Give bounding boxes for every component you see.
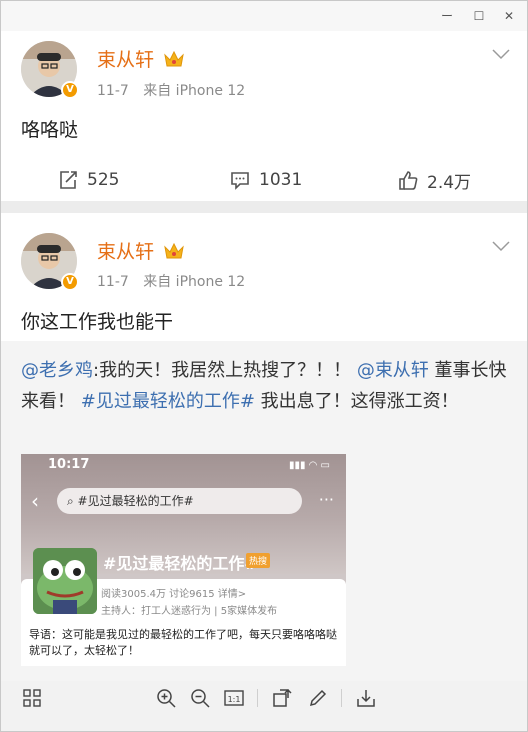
zoom-out-button[interactable] (189, 687, 211, 709)
reposted-content: @老乡鸡:我的天！我居然上热搜了？！！ @束从轩 董事长快来看！ #见过最轻松的… (1, 341, 527, 681)
screenshot-host: 主持人：打工人迷惑行为 | 5家媒体发布 (101, 606, 278, 617)
repost-text-segment: 我出息了！这得涨工资！ (254, 391, 459, 412)
comment-button[interactable]: 1031 (229, 167, 302, 193)
toolbar-separator (341, 689, 342, 707)
search-icon: ⌕ (67, 494, 78, 508)
screenshot-time: 10:17 (48, 457, 90, 472)
topic-link[interactable]: #见过最轻松的工作# (81, 391, 255, 412)
edit-icon (309, 689, 327, 707)
post-source: 来自 iPhone 12 (143, 274, 246, 290)
repost-text: @老乡鸡:我的天！我居然上热搜了？！！ @束从轩 董事长快来看！ #见过最轻松的… (21, 355, 511, 417)
viewer-toolbar: 1:1 (1, 681, 527, 731)
more-icon: ··· (318, 490, 334, 509)
post-date: 11-7 (97, 274, 129, 290)
screenshot-stats: 阅读3005.4万 讨论9615 详情> (101, 589, 247, 600)
screenshot-search-text: #见过最轻松的工作# (77, 494, 194, 508)
grid-view-button[interactable] (21, 687, 43, 709)
crown-icon (164, 242, 184, 259)
frog-thumbnail (33, 548, 97, 614)
post-meta: 11-7 来自 iPhone 12 (97, 80, 245, 100)
like-count: 2.4万 (427, 172, 472, 193)
verified-badge: V (61, 81, 79, 99)
repost-button[interactable]: 525 (57, 167, 119, 193)
zoom-label: 1:1 (228, 695, 241, 704)
zoom-out-icon (191, 689, 210, 708)
minimize-button[interactable]: ー (437, 7, 457, 25)
repost-text-segment: :我的天！我居然上热搜了？！！ (93, 360, 352, 381)
author-name[interactable]: 束从轩 (97, 45, 154, 72)
actual-size-button[interactable]: 1:1 (223, 687, 245, 709)
post-meta: 11-7 来自 iPhone 12 (97, 271, 245, 291)
post-actions: 525 1031 2.4万 (1, 159, 527, 199)
screenshot-intro: 导语：这可能是我见过的最轻松的工作了吧，每天只要咯咯咯哒就可以了，太轻松了！ (29, 628, 337, 657)
download-button[interactable] (355, 687, 377, 709)
screenshot-title: #见过最轻松的工作# (103, 554, 258, 573)
chevron-down-icon[interactable] (491, 239, 511, 253)
post-date: 11-7 (97, 83, 129, 99)
thumbs-up-icon (399, 171, 418, 190)
edit-button[interactable] (307, 687, 329, 709)
comment-icon (231, 172, 249, 190)
author-name[interactable]: 束从轩 (97, 237, 154, 264)
rotate-icon (273, 688, 292, 707)
repost-icon (60, 171, 77, 189)
post-source: 来自 iPhone 12 (143, 83, 246, 99)
comment-count: 1031 (259, 170, 303, 190)
mention-link[interactable]: @老乡鸡 (21, 360, 93, 381)
screenshot-search-bar: ⌕ #见过最轻松的工作# (57, 488, 302, 514)
chevron-down-icon[interactable] (491, 47, 511, 61)
attached-screenshot[interactable]: 10:17 ▮▮▮ ◠ ▭ ‹ ⌕ #见过最轻松的工作# ··· 阅读3005.… (21, 454, 346, 666)
post-text: 你这工作我也能干 (21, 311, 174, 333)
verified-badge: V (61, 273, 79, 291)
post-card: V 束从轩 11-7 来自 iPhone 12 你这工作我也能干 (1, 213, 527, 341)
app-window: ー ☐ ✕ V 束从轩 11-7 来自 iPhone 12 咯咯哒 525 10… (0, 0, 528, 732)
grid-icon (23, 689, 41, 707)
actual-size-icon: 1:1 (224, 690, 244, 706)
mention-link[interactable]: @束从轩 (357, 360, 429, 381)
close-button[interactable]: ✕ (499, 7, 519, 25)
like-button[interactable]: 2.4万 (397, 167, 471, 193)
maximize-button[interactable]: ☐ (469, 7, 489, 25)
title-bar: ー ☐ ✕ (1, 1, 527, 31)
post-divider (1, 201, 527, 213)
frog-image (33, 548, 97, 614)
back-arrow-icon: ‹ (31, 489, 39, 513)
rotate-button[interactable] (271, 687, 293, 709)
download-icon (357, 690, 375, 707)
post-text: 咯咯哒 (21, 119, 79, 141)
repost-count: 525 (87, 170, 120, 190)
crown-icon (164, 50, 184, 67)
zoom-in-button[interactable] (155, 687, 177, 709)
status-icons: ▮▮▮ ◠ ▭ (288, 460, 330, 471)
post-card: V 束从轩 11-7 来自 iPhone 12 咯咯哒 525 1031 2.4… (1, 31, 527, 201)
hot-badge: 热搜 (246, 553, 271, 568)
toolbar-separator (257, 689, 258, 707)
zoom-in-icon (157, 689, 176, 708)
